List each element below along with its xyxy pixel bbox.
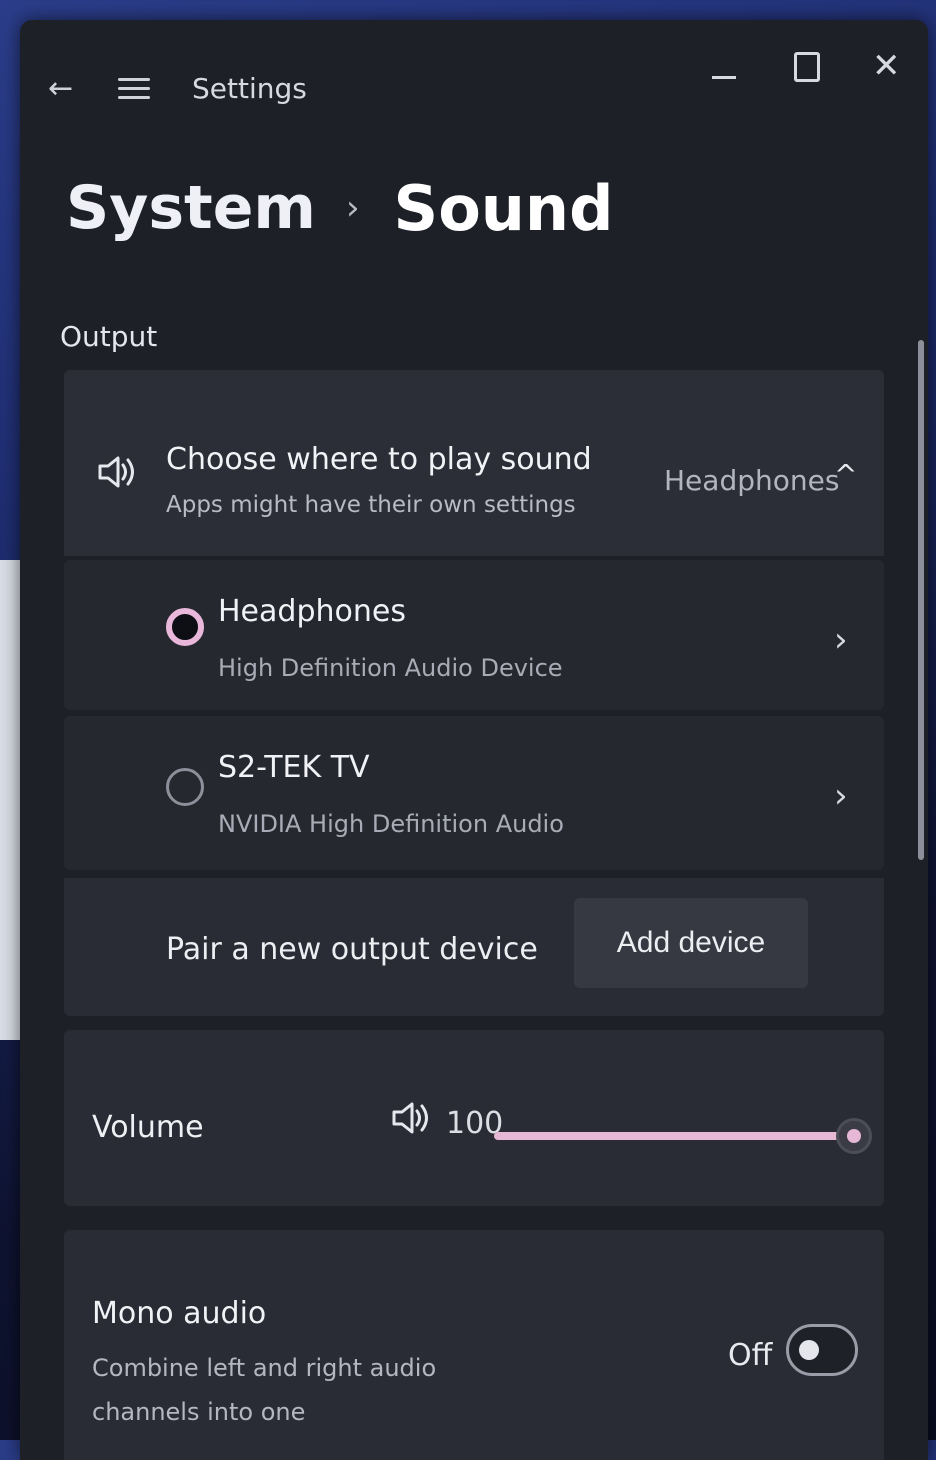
mono-audio-title: Mono audio: [92, 1296, 267, 1331]
pair-device-row: Pair a new output device Add device: [64, 878, 884, 1016]
device-row-tv[interactable]: S2-TEK TV NVIDIA High Definition Audio ›: [64, 716, 884, 870]
page-title: Sound: [393, 171, 614, 245]
chevron-right-icon[interactable]: ›: [834, 776, 848, 816]
slider-thumb[interactable]: [836, 1118, 872, 1154]
device-name: S2-TEK TV: [218, 750, 370, 785]
title-bar: ← Settings ✕: [20, 20, 928, 160]
desktop-background-strip: [0, 560, 22, 1040]
expander-subtitle: Apps might have their own settings: [166, 492, 576, 518]
breadcrumb-system[interactable]: System: [66, 173, 316, 243]
device-description: High Definition Audio Device: [218, 654, 563, 682]
minimize-icon[interactable]: [710, 58, 740, 88]
selected-device-value: Headphones: [664, 464, 840, 497]
device-row-headphones[interactable]: Headphones High Definition Audio Device …: [64, 560, 884, 710]
radio-button-selected[interactable]: [166, 608, 204, 646]
expander-title: Choose where to play sound: [166, 442, 592, 477]
back-arrow-icon[interactable]: ←: [48, 72, 78, 106]
maximize-icon[interactable]: [794, 52, 820, 82]
output-device-expander[interactable]: Choose where to play sound Apps might ha…: [64, 370, 884, 556]
scrollbar[interactable]: [918, 340, 924, 860]
mono-audio-description: Combine left and right audio channels in…: [92, 1354, 437, 1426]
window-title: Settings: [192, 72, 307, 105]
settings-window: ← Settings ✕ System › Sound Output Choos…: [20, 20, 928, 1460]
breadcrumb-separator: ›: [345, 188, 360, 228]
chevron-right-icon[interactable]: ›: [834, 620, 848, 660]
mono-audio-toggle[interactable]: [786, 1324, 858, 1376]
volume-slider[interactable]: [494, 1118, 872, 1154]
breadcrumb: System › Sound: [66, 168, 613, 248]
pair-device-label: Pair a new output device: [166, 932, 538, 967]
speaker-icon: [94, 450, 138, 494]
slider-fill: [494, 1132, 854, 1140]
radio-button-unselected[interactable]: [166, 768, 204, 806]
device-name: Headphones: [218, 594, 406, 629]
speaker-icon[interactable]: [388, 1096, 432, 1140]
hamburger-menu-icon[interactable]: [118, 72, 150, 106]
section-label-output: Output: [60, 320, 158, 353]
device-description: NVIDIA High Definition Audio: [218, 810, 564, 838]
volume-card: Volume 100: [64, 1030, 884, 1206]
toggle-knob: [799, 1340, 819, 1360]
toggle-state-label: Off: [728, 1338, 773, 1373]
chevron-up-icon[interactable]: ^: [834, 458, 857, 491]
mono-audio-card: Mono audio Combine left and right audio …: [64, 1230, 884, 1460]
close-icon[interactable]: ✕: [872, 46, 901, 86]
volume-label: Volume: [92, 1110, 204, 1145]
add-device-button[interactable]: Add device: [574, 898, 808, 988]
